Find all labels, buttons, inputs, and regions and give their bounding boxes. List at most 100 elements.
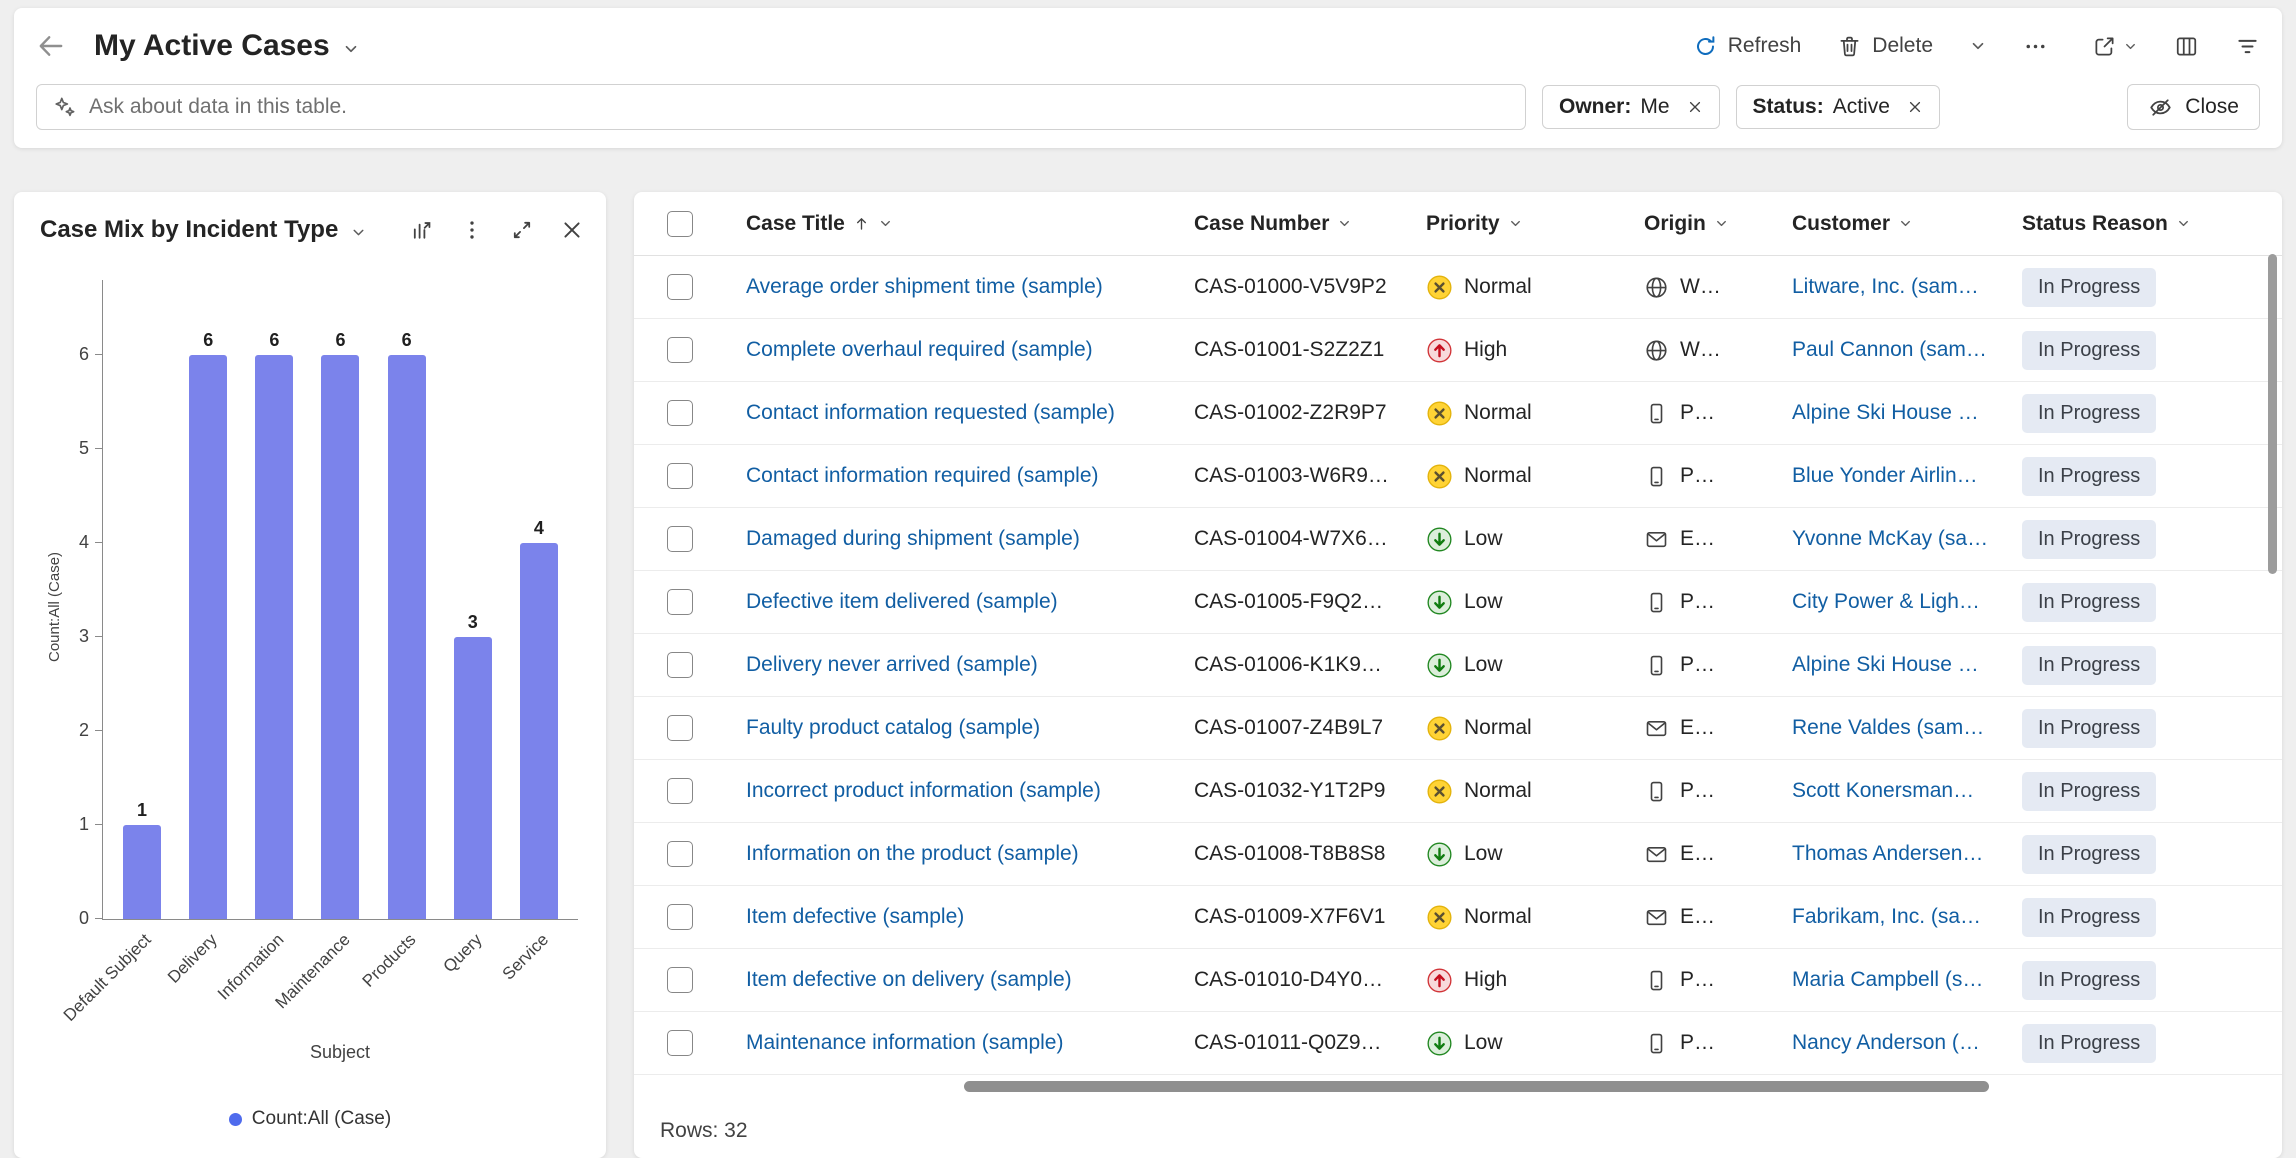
customer-link[interactable]: Alpine Ski House …	[1792, 653, 1979, 677]
row-checkbox[interactable]	[667, 967, 693, 993]
filter-chip-status[interactable]: Status: Active	[1736, 85, 1940, 129]
more-commands-icon[interactable]	[2023, 34, 2048, 59]
chevron-down-icon[interactable]	[2176, 216, 2191, 231]
table-row[interactable]: Contact information required (sample) CA…	[634, 445, 2282, 508]
row-checkbox[interactable]	[667, 778, 693, 804]
customer-link[interactable]: Blue Yonder Airlin…	[1792, 464, 1978, 488]
priority-cell: High	[1406, 337, 1624, 364]
table-row[interactable]: Information on the product (sample) CAS-…	[634, 823, 2282, 886]
column-header-case-number[interactable]: Case Number	[1174, 212, 1406, 236]
case-title-link[interactable]: Complete overhaul required (sample)	[746, 338, 1093, 362]
table-row[interactable]: Delivery never arrived (sample) CAS-0100…	[634, 634, 2282, 697]
row-checkbox[interactable]	[667, 715, 693, 741]
ask-data-sparkle-icon	[51, 94, 77, 120]
customer-link[interactable]: Nancy Anderson (…	[1792, 1031, 1980, 1055]
expand-chart-icon[interactable]	[510, 218, 534, 242]
case-title-link[interactable]: Contact information requested (sample)	[746, 401, 1115, 425]
customer-link[interactable]: Scott Konersman…	[1792, 779, 1974, 803]
row-checkbox[interactable]	[667, 904, 693, 930]
chevron-down-icon[interactable]	[1714, 216, 1729, 231]
bar	[321, 355, 359, 919]
row-checkbox[interactable]	[667, 841, 693, 867]
case-title-link[interactable]: Defective item delivered (sample)	[746, 590, 1058, 614]
row-checkbox[interactable]	[667, 463, 693, 489]
row-checkbox[interactable]	[667, 1030, 693, 1056]
chevron-down-icon[interactable]	[1508, 216, 1523, 231]
case-title-link[interactable]: Incorrect product information (sample)	[746, 779, 1101, 803]
column-header-priority[interactable]: Priority	[1406, 212, 1624, 236]
chart-more-options-icon[interactable]	[460, 218, 484, 242]
case-title-link[interactable]: Item defective (sample)	[746, 905, 964, 929]
priority-icon	[1426, 463, 1453, 490]
table-row[interactable]: Complete overhaul required (sample) CAS-…	[634, 319, 2282, 382]
row-checkbox[interactable]	[667, 274, 693, 300]
table-row[interactable]: Item defective (sample) CAS-01009-X7F6V1…	[634, 886, 2282, 949]
case-title-link[interactable]: Item defective on delivery (sample)	[746, 968, 1072, 992]
origin-icon	[1644, 1031, 1669, 1056]
column-header-case-title[interactable]: Case Title	[726, 212, 1174, 236]
row-checkbox[interactable]	[667, 526, 693, 552]
row-checkbox-cell	[634, 274, 726, 300]
row-checkbox-cell	[634, 652, 726, 678]
edit-columns-icon[interactable]	[2174, 34, 2199, 59]
table-row[interactable]: Defective item delivered (sample) CAS-01…	[634, 571, 2282, 634]
table-row[interactable]: Incorrect product information (sample) C…	[634, 760, 2282, 823]
case-title-link[interactable]: Faulty product catalog (sample)	[746, 716, 1040, 740]
customer-link[interactable]: Maria Campbell (s…	[1792, 968, 1983, 992]
share-button[interactable]	[2092, 34, 2138, 59]
row-checkbox[interactable]	[667, 400, 693, 426]
case-title-link[interactable]: Contact information required (sample)	[746, 464, 1099, 488]
customer-link[interactable]: Paul Cannon (sam…	[1792, 338, 1987, 362]
customer-link[interactable]: Fabrikam, Inc. (sa…	[1792, 905, 1981, 929]
chevron-down-icon[interactable]	[1898, 216, 1913, 231]
ask-data-input[interactable]	[89, 95, 1511, 119]
row-checkbox[interactable]	[667, 589, 693, 615]
column-header-origin[interactable]: Origin	[1624, 212, 1772, 236]
row-checkbox[interactable]	[667, 337, 693, 363]
remove-filter-icon[interactable]	[1907, 99, 1923, 115]
customer-link[interactable]: City Power & Ligh…	[1792, 590, 1980, 614]
chart-title-chevron-icon[interactable]	[350, 224, 367, 241]
table-row[interactable]: Maintenance information (sample) CAS-010…	[634, 1012, 2282, 1075]
view-selector-chevron-icon[interactable]	[342, 40, 360, 58]
customer-link[interactable]: Thomas Andersen…	[1792, 842, 1983, 866]
case-title-link[interactable]: Delivery never arrived (sample)	[746, 653, 1038, 677]
customer-link[interactable]: Alpine Ski House …	[1792, 401, 1979, 425]
table-row[interactable]: Damaged during shipment (sample) CAS-010…	[634, 508, 2282, 571]
close-ask-bar-button[interactable]: Close	[2127, 84, 2260, 130]
edit-filters-icon[interactable]	[2235, 34, 2260, 59]
ask-data-search-box[interactable]	[36, 84, 1526, 130]
priority-icon	[1426, 778, 1453, 805]
horizontal-scrollbar-thumb[interactable]	[964, 1081, 1989, 1092]
filter-chip-owner[interactable]: Owner: Me	[1542, 85, 1720, 129]
refresh-button[interactable]: Refresh	[1693, 34, 1802, 59]
delete-button[interactable]: Delete	[1837, 34, 1933, 59]
select-all-checkbox[interactable]	[667, 211, 693, 237]
chevron-down-icon[interactable]	[878, 216, 893, 231]
back-arrow-icon[interactable]	[36, 31, 66, 61]
change-chart-type-icon[interactable]	[410, 218, 434, 242]
vertical-scrollbar-thumb[interactable]	[2268, 254, 2277, 574]
column-header-customer[interactable]: Customer	[1772, 212, 2002, 236]
row-checkbox[interactable]	[667, 652, 693, 678]
case-title-link[interactable]: Maintenance information (sample)	[746, 1031, 1063, 1055]
commands-chevron-down-icon[interactable]	[1969, 37, 1987, 55]
case-title-link[interactable]: Average order shipment time (sample)	[746, 275, 1103, 299]
priority-label: High	[1464, 968, 1507, 992]
column-header-status-reason[interactable]: Status Reason	[2002, 212, 2254, 236]
chevron-down-icon[interactable]	[1337, 216, 1352, 231]
table-row[interactable]: Item defective on delivery (sample) CAS-…	[634, 949, 2282, 1012]
case-title-link[interactable]: Information on the product (sample)	[746, 842, 1079, 866]
remove-filter-icon[interactable]	[1687, 99, 1703, 115]
close-chart-icon[interactable]	[560, 218, 584, 242]
priority-cell: High	[1406, 967, 1624, 994]
table-row[interactable]: Contact information requested (sample) C…	[634, 382, 2282, 445]
table-row[interactable]: Average order shipment time (sample) CAS…	[634, 256, 2282, 319]
customer-link[interactable]: Litware, Inc. (sam…	[1792, 275, 1979, 299]
column-label: Origin	[1644, 212, 1706, 236]
table-row[interactable]: Faulty product catalog (sample) CAS-0100…	[634, 697, 2282, 760]
customer-link[interactable]: Yvonne McKay (sa…	[1792, 527, 1988, 551]
case-title-link[interactable]: Damaged during shipment (sample)	[746, 527, 1080, 551]
customer-link[interactable]: Rene Valdes (sam…	[1792, 716, 1984, 740]
row-checkbox-cell	[634, 778, 726, 804]
